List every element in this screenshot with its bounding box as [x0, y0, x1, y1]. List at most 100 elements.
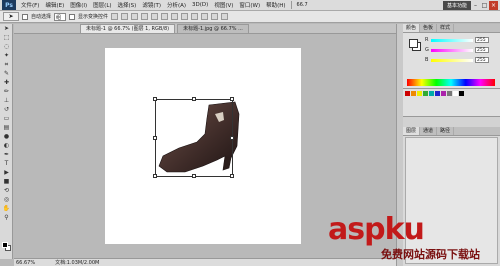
auto-select-label: 自动选择 [31, 14, 52, 20]
swatch[interactable] [435, 91, 440, 96]
distribute-center-button[interactable] [211, 13, 219, 20]
distribute-right-button[interactable] [221, 13, 229, 20]
align-middle-button[interactable] [121, 13, 129, 20]
swatch[interactable] [441, 91, 446, 96]
align-bottom-button[interactable] [131, 13, 139, 20]
auto-select-checkbox[interactable] [22, 13, 28, 20]
show-transform-checkbox[interactable] [69, 13, 76, 20]
transform-handle-bottom[interactable] [192, 174, 196, 178]
red-slider[interactable] [431, 38, 473, 42]
document-tabs: 未标题-1 @ 66.7% (图层 1, RGB/8) 未标题-1.jpg @ … [14, 24, 396, 34]
swatch[interactable] [459, 91, 464, 96]
brush-tool-icon[interactable]: ✏ [2, 88, 11, 96]
document-canvas[interactable] [105, 48, 301, 244]
distribute-left-button[interactable] [201, 13, 209, 20]
auto-select-target-select[interactable]: 组 [54, 12, 67, 21]
transform-handle-top-right[interactable] [230, 97, 234, 101]
menu-view[interactable]: 视图(V) [211, 1, 236, 9]
maximize-icon[interactable]: □ [480, 1, 489, 10]
toolbox: ➤ ⬚ ◌ ✦ ⌗ ✎ ✚ ✏ ⊥ ↺ ▭ ▤ ● ◐ ✒ T ▶ ■ ⟲ ◎ … [0, 24, 13, 259]
path-selection-tool-icon[interactable]: ▶ [2, 169, 11, 177]
pen-tool-icon[interactable]: ✒ [2, 151, 11, 159]
tab-layers[interactable]: 图层 [403, 127, 421, 135]
tab-paths[interactable]: 路径 [437, 127, 455, 135]
lasso-tool-icon[interactable]: ◌ [2, 43, 11, 51]
crop-tool-icon[interactable]: ⌗ [2, 61, 11, 69]
align-right-button[interactable] [161, 13, 169, 20]
close-icon[interactable]: × [489, 0, 498, 10]
distribute-bottom-button[interactable] [191, 13, 199, 20]
menu-window[interactable]: 窗口(W) [236, 1, 263, 9]
distribute-top-button[interactable] [171, 13, 179, 20]
move-tool-icon[interactable]: ➤ [2, 25, 11, 33]
marquee-tool-icon[interactable]: ⬚ [2, 34, 11, 42]
swatch[interactable] [405, 91, 410, 96]
menu-3d[interactable]: 3D(D) [189, 2, 211, 8]
menu-select[interactable]: 选择(S) [115, 1, 140, 9]
color-spectrum[interactable] [407, 79, 495, 86]
menu-help[interactable]: 帮助(H) [263, 1, 288, 9]
menu-edit[interactable]: 编辑(E) [42, 1, 67, 9]
document-tab-inactive[interactable]: 未标题-1.jpg @ 66.7% ... [177, 24, 249, 33]
transform-handle-bottom-right[interactable] [230, 174, 234, 178]
align-top-button[interactable] [111, 13, 119, 20]
document-tab-active[interactable]: 未标题-1 @ 66.7% (图层 1, RGB/8) [80, 24, 176, 33]
foreground-color-swatch[interactable] [2, 242, 8, 248]
menu-image[interactable]: 图像(I) [67, 1, 90, 9]
dodge-tool-icon[interactable]: ◐ [2, 142, 11, 150]
transform-handle-right[interactable] [230, 136, 234, 140]
eraser-tool-icon[interactable]: ▭ [2, 115, 11, 123]
swatch[interactable] [429, 91, 434, 96]
transform-handle-top-left[interactable] [153, 97, 157, 101]
color-panel: R 255 G 255 B 255 [403, 33, 500, 89]
menu-layer[interactable]: 图层(L) [90, 1, 114, 9]
red-value-input[interactable]: 255 [475, 37, 489, 43]
blue-value-input[interactable]: 255 [475, 57, 489, 63]
tab-color[interactable]: 颜色 [403, 24, 421, 32]
hand-tool-icon[interactable]: ✋ [2, 205, 11, 213]
3d-orbit-tool-icon[interactable]: ◎ [2, 196, 11, 204]
status-zoom[interactable]: 66.67% [16, 260, 35, 266]
move-tool-preset-icon[interactable]: ➤ [3, 12, 19, 21]
blue-slider[interactable] [431, 58, 473, 62]
zoom-tool-icon[interactable]: ⚲ [2, 214, 11, 222]
swatch[interactable] [411, 91, 416, 96]
blur-tool-icon[interactable]: ● [2, 133, 11, 141]
transform-bounding-box[interactable] [153, 97, 234, 178]
clone-stamp-tool-icon[interactable]: ⊥ [2, 97, 11, 105]
status-doc-info: 文档:1.03M/2.00M [55, 260, 100, 266]
menu-file[interactable]: 文件(F) [18, 1, 42, 9]
workspace-button[interactable]: 基本功能 [442, 0, 471, 10]
shape-tool-icon[interactable]: ■ [2, 178, 11, 186]
magic-wand-tool-icon[interactable]: ✦ [2, 52, 11, 60]
transform-handle-top[interactable] [192, 97, 196, 101]
history-brush-tool-icon[interactable]: ↺ [2, 106, 11, 114]
menu-filter[interactable]: 滤镜(T) [139, 1, 164, 9]
swatch[interactable] [423, 91, 428, 96]
menu-analysis[interactable]: 分析(A) [164, 1, 189, 9]
swatch[interactable] [447, 91, 452, 96]
eyedropper-tool-icon[interactable]: ✎ [2, 70, 11, 78]
distribute-middle-button[interactable] [181, 13, 189, 20]
tab-swatches[interactable]: 色板 [420, 24, 438, 32]
gradient-tool-icon[interactable]: ▤ [2, 124, 11, 132]
swatch[interactable] [417, 91, 422, 96]
watermark-subtitle: 免费网站源码下载站 [381, 248, 480, 261]
tab-channels[interactable]: 通道 [420, 127, 438, 135]
healing-brush-tool-icon[interactable]: ✚ [2, 79, 11, 87]
3d-rotate-tool-icon[interactable]: ⟲ [2, 187, 11, 195]
green-value-input[interactable]: 255 [475, 47, 489, 53]
align-left-button[interactable] [141, 13, 149, 20]
zoom-level-dropdown[interactable]: 66.7 [294, 2, 311, 8]
show-transform-label: 显示变换控件 [78, 14, 109, 20]
photoshop-logo: Ps [2, 0, 16, 10]
minimize-icon[interactable]: – [471, 1, 480, 10]
tab-styles[interactable]: 样式 [437, 24, 455, 32]
swatch[interactable] [453, 91, 458, 96]
transform-handle-bottom-left[interactable] [153, 174, 157, 178]
type-tool-icon[interactable]: T [2, 160, 11, 168]
green-slider[interactable] [431, 48, 473, 52]
transform-handle-left[interactable] [153, 136, 157, 140]
align-center-button[interactable] [151, 13, 159, 20]
panel-foreground-color[interactable] [409, 39, 418, 48]
